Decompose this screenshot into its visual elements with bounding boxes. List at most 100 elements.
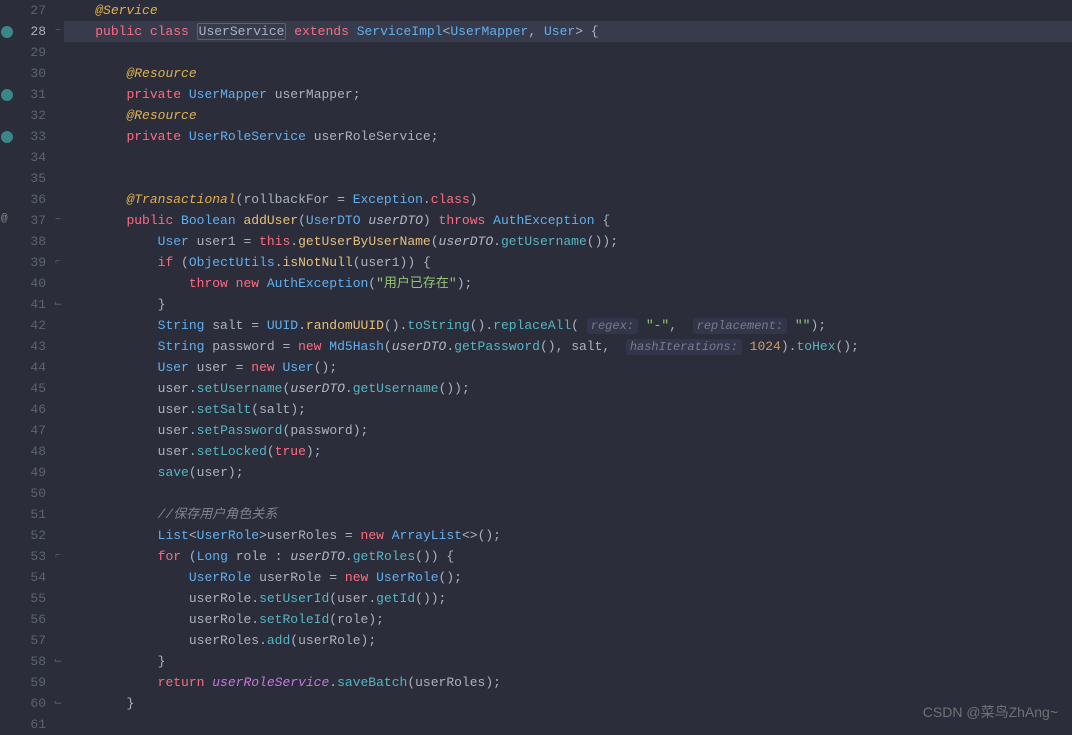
code-line[interactable]: String password = new Md5Hash(userDTO.ge… — [64, 336, 1072, 357]
bean-icon[interactable] — [1, 131, 13, 143]
code-line[interactable] — [64, 147, 1072, 168]
line-number[interactable]: 56 — [14, 609, 46, 630]
code-line[interactable]: throw new AuthException("用户已存在"); — [64, 273, 1072, 294]
line-number[interactable]: 51 — [14, 504, 46, 525]
code-line[interactable]: return userRoleService.saveBatch(userRol… — [64, 672, 1072, 693]
fold-toggle[interactable] — [52, 126, 64, 147]
line-number[interactable]: 41 — [14, 294, 46, 315]
code-area[interactable]: @Service public class UserService extend… — [64, 0, 1072, 732]
fold-toggle[interactable] — [52, 420, 64, 441]
line-number[interactable]: 45 — [14, 378, 46, 399]
line-number[interactable]: 48 — [14, 441, 46, 462]
code-line[interactable]: user.setSalt(salt); — [64, 399, 1072, 420]
fold-toggle[interactable] — [52, 441, 64, 462]
fold-toggle[interactable] — [52, 672, 64, 693]
code-line[interactable]: } — [64, 294, 1072, 315]
code-line[interactable]: userRole.setUserId(user.getId()); — [64, 588, 1072, 609]
fold-toggle[interactable] — [52, 630, 64, 651]
at-icon[interactable]: @ — [1, 213, 8, 225]
fold-gutter[interactable]: − − ⌐ ⌙ ⌐ ⌙ ⌙ — [52, 0, 64, 732]
fold-toggle[interactable] — [52, 42, 64, 63]
code-line[interactable]: userRole.setRoleId(role); — [64, 609, 1072, 630]
fold-toggle[interactable] — [52, 525, 64, 546]
line-number[interactable]: 27 — [14, 0, 46, 21]
fold-toggle[interactable] — [52, 189, 64, 210]
code-line[interactable]: userRoles.add(userRole); — [64, 630, 1072, 651]
code-line[interactable] — [64, 168, 1072, 189]
code-line[interactable]: if (ObjectUtils.isNotNull(user1)) { — [64, 252, 1072, 273]
fold-toggle[interactable]: ⌐ — [52, 546, 64, 567]
line-number[interactable]: 36 — [14, 189, 46, 210]
code-line[interactable]: public class UserService extends Service… — [64, 21, 1072, 42]
line-number[interactable]: 53 — [14, 546, 46, 567]
fold-toggle[interactable] — [52, 567, 64, 588]
fold-toggle[interactable] — [52, 588, 64, 609]
line-number[interactable]: 42 — [14, 315, 46, 336]
fold-toggle[interactable] — [52, 147, 64, 168]
line-number[interactable]: 40 — [14, 273, 46, 294]
code-editor[interactable]: @ 27282930313233343536373839404142434445… — [0, 0, 1072, 732]
line-number[interactable]: 30 — [14, 63, 46, 84]
code-line[interactable]: @Service — [64, 0, 1072, 21]
line-number[interactable]: 43 — [14, 336, 46, 357]
code-line[interactable]: for (Long role : userDTO.getRoles()) { — [64, 546, 1072, 567]
code-line[interactable] — [64, 42, 1072, 63]
code-line[interactable]: String salt = UUID.randomUUID().toString… — [64, 315, 1072, 336]
code-line[interactable]: user.setPassword(password); — [64, 420, 1072, 441]
line-number[interactable]: 31 — [14, 84, 46, 105]
line-number[interactable]: 54 — [14, 567, 46, 588]
line-number-gutter[interactable]: 2728293031323334353637383940414243444546… — [14, 0, 52, 732]
fold-toggle[interactable]: ⌙ — [52, 294, 64, 315]
fold-toggle[interactable]: ⌙ — [52, 693, 64, 714]
fold-toggle[interactable] — [52, 399, 64, 420]
fold-toggle[interactable] — [52, 105, 64, 126]
fold-toggle[interactable]: ⌙ — [52, 651, 64, 672]
fold-toggle[interactable] — [52, 609, 64, 630]
fold-toggle[interactable] — [52, 63, 64, 84]
line-number[interactable]: 34 — [14, 147, 46, 168]
code-line[interactable]: //保存用户角色关系 — [64, 504, 1072, 525]
line-number[interactable]: 46 — [14, 399, 46, 420]
fold-toggle[interactable] — [52, 504, 64, 525]
line-number[interactable]: 37 — [14, 210, 46, 231]
fold-toggle[interactable] — [52, 357, 64, 378]
line-number[interactable]: 38 — [14, 231, 46, 252]
code-line[interactable]: User user1 = this.getUserByUserName(user… — [64, 231, 1072, 252]
line-number[interactable]: 59 — [14, 672, 46, 693]
code-line[interactable]: user.setLocked(true); — [64, 441, 1072, 462]
line-number[interactable]: 33 — [14, 126, 46, 147]
code-line[interactable] — [64, 483, 1072, 504]
code-line[interactable]: @Resource — [64, 105, 1072, 126]
line-number[interactable]: 60 — [14, 693, 46, 714]
code-line[interactable]: @Resource — [64, 63, 1072, 84]
fold-toggle[interactable] — [52, 168, 64, 189]
line-number[interactable]: 50 — [14, 483, 46, 504]
code-line[interactable]: UserRole userRole = new UserRole(); — [64, 567, 1072, 588]
fold-toggle[interactable] — [52, 483, 64, 504]
line-number[interactable]: 49 — [14, 462, 46, 483]
fold-toggle[interactable] — [52, 315, 64, 336]
line-number[interactable]: 57 — [14, 630, 46, 651]
fold-toggle[interactable]: ⌐ — [52, 252, 64, 273]
code-line[interactable]: save(user); — [64, 462, 1072, 483]
code-line[interactable]: private UserMapper userMapper; — [64, 84, 1072, 105]
fold-toggle[interactable]: − — [52, 21, 64, 42]
line-number[interactable]: 29 — [14, 42, 46, 63]
line-number[interactable]: 28 — [14, 21, 46, 42]
fold-toggle[interactable] — [52, 84, 64, 105]
bean-icon[interactable] — [1, 89, 13, 101]
code-line[interactable]: List<UserRole>userRoles = new ArrayList<… — [64, 525, 1072, 546]
fold-toggle[interactable] — [52, 462, 64, 483]
line-number[interactable]: 58 — [14, 651, 46, 672]
line-number[interactable]: 44 — [14, 357, 46, 378]
code-line[interactable]: } — [64, 651, 1072, 672]
line-number[interactable]: 32 — [14, 105, 46, 126]
line-number[interactable]: 35 — [14, 168, 46, 189]
fold-toggle[interactable] — [52, 336, 64, 357]
code-line[interactable]: public Boolean addUser(UserDTO userDTO) … — [64, 210, 1072, 231]
fold-toggle[interactable] — [52, 0, 64, 21]
fold-toggle[interactable]: − — [52, 210, 64, 231]
code-line[interactable]: @Transactional(rollbackFor = Exception.c… — [64, 189, 1072, 210]
fold-toggle[interactable] — [52, 273, 64, 294]
fold-toggle[interactable] — [52, 231, 64, 252]
